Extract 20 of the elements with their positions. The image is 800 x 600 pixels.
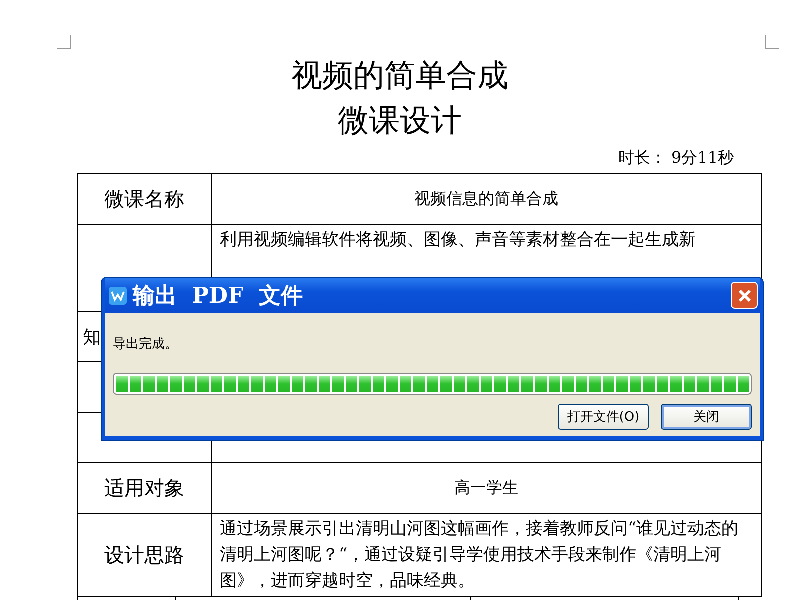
- close-button[interactable]: [731, 282, 758, 309]
- close-icon: [738, 288, 752, 302]
- dialog-button[interactable]: 打开文件(O): [558, 404, 649, 430]
- row-value: 视频信息的简单合成: [414, 188, 558, 208]
- row-label: 微课名称: [104, 186, 184, 210]
- dialog-button[interactable]: 关闭: [661, 404, 752, 430]
- document-title: 视频的简单合成: [292, 58, 508, 94]
- duration-text: 时长： 9分11秒: [618, 148, 734, 168]
- row-value: 通过场景展示引出清明山河图这幅画作，接着教师反问“谁见过动态的清明上河图呢？“，通过设疑引导学使用技术手段来制作《清明上河图》，进而穿越时空，品味经典。: [220, 519, 739, 591]
- document-subtitle: 微课设计: [338, 103, 462, 139]
- corner-mark: [765, 35, 779, 49]
- row-label: 适用对象: [104, 476, 184, 500]
- status-message: 导出完成。: [113, 336, 179, 354]
- row-label: 设计思路: [104, 542, 184, 566]
- app-icon: [109, 286, 127, 304]
- corner-mark: [57, 35, 71, 49]
- row-value: 利用视频编辑软件将视频、图像、声音等素材整合在一起生成新: [220, 230, 696, 250]
- row-label: 知: [83, 326, 101, 348]
- dialog-title: 输出 PDF 文件: [133, 282, 304, 310]
- row-value: 高一学生: [454, 478, 518, 496]
